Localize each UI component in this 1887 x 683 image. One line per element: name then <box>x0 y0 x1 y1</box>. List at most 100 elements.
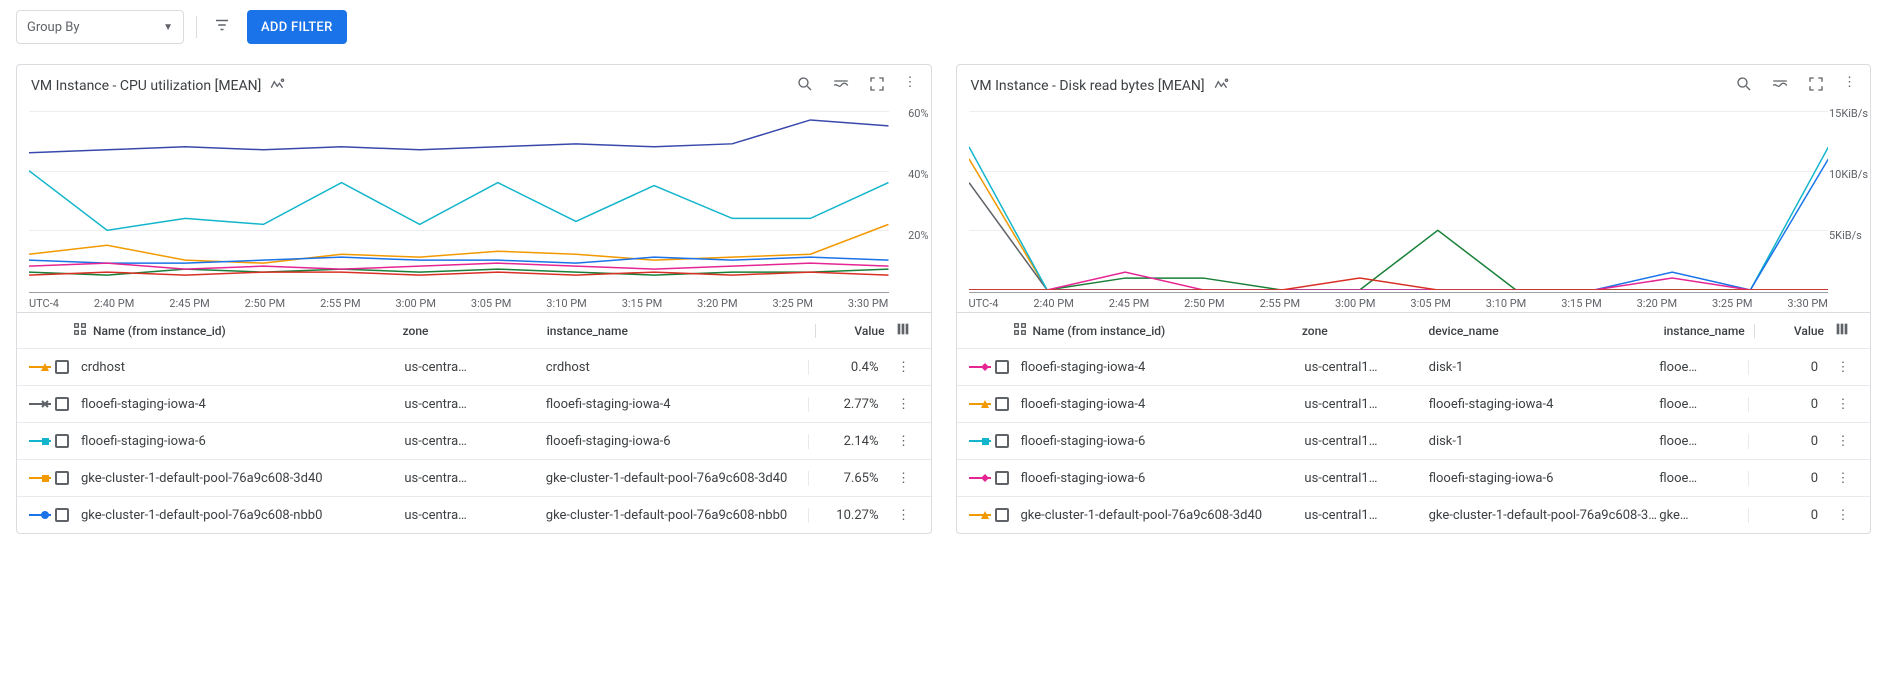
cell-zone: us-centra… <box>404 508 545 523</box>
x-axis: UTC-4 2:40 PM 2:45 PM 2:50 PM 2:55 PM 3:00 PM… <box>29 292 889 312</box>
col-value[interactable]: Value <box>815 324 895 338</box>
cell-zone: us-central1… <box>1304 434 1428 449</box>
row-checkbox[interactable] <box>995 359 1013 375</box>
x-tick: 3:15 PM <box>1561 293 1601 312</box>
legend-table-body: flooefi-staging-iowa-4 us-central1… disk… <box>957 348 1871 533</box>
x-tick: 2:55 PM <box>320 293 360 312</box>
col-name[interactable]: Name (from instance_id) <box>93 324 226 338</box>
annotate-icon[interactable] <box>1213 75 1231 97</box>
col-zone[interactable]: zone <box>1302 324 1429 338</box>
x-tick: 3:20 PM <box>1637 293 1677 312</box>
fullscreen-icon[interactable] <box>1807 75 1825 97</box>
cell-name: flooefi-staging-iowa-6 <box>1021 434 1305 449</box>
series-marker <box>969 472 995 484</box>
cell-secondary: gke-cluster-1-default-pool-76a9c608-3d40 <box>546 471 809 486</box>
row-checkbox[interactable] <box>995 433 1013 449</box>
row-more-icon[interactable]: ⋮ <box>1828 397 1858 412</box>
row-more-icon[interactable]: ⋮ <box>888 508 918 523</box>
table-row: gke-cluster-1-default-pool-76a9c608-nbb0… <box>17 496 931 533</box>
cell-zone: us-central1… <box>1304 508 1428 523</box>
columns-config-icon[interactable] <box>1834 321 1858 340</box>
x-tick: 3:15 PM <box>622 293 662 312</box>
table-row: flooefi-staging-iowa-4 us-centra… flooef… <box>17 385 931 422</box>
row-checkbox[interactable] <box>995 396 1013 412</box>
cell-zone: us-centra… <box>404 360 545 375</box>
cell-zone: us-centra… <box>404 434 545 449</box>
row-more-icon[interactable]: ⋮ <box>1828 471 1858 486</box>
panel-disk-read-bytes: VM Instance - Disk read bytes [MEAN] ⋮ <box>956 64 1872 534</box>
row-more-icon[interactable]: ⋮ <box>888 360 918 375</box>
legend-icon[interactable] <box>1771 75 1789 97</box>
table-row: gke-cluster-1-default-pool-76a9c608-3d40… <box>17 459 931 496</box>
row-checkbox[interactable] <box>995 507 1013 523</box>
col-instance-name[interactable]: instance_name <box>547 324 815 338</box>
chart-area[interactable]: 60% 40% 20% UTC-4 2:40 PM 2:45 PM 2:50 PM 2:… <box>17 107 931 312</box>
series-marker <box>969 361 995 373</box>
legend-table-header: Name (from instance_id) zone device_name… <box>957 312 1871 348</box>
cell-instance-name: flooe… <box>1659 434 1748 449</box>
series-marker <box>29 435 55 447</box>
table-row: flooefi-staging-iowa-6 us-central1… floo… <box>957 459 1871 496</box>
cell-value: 0 <box>1748 360 1828 375</box>
col-name[interactable]: Name (from instance_id) <box>1033 324 1166 338</box>
row-checkbox[interactable] <box>55 396 73 412</box>
y-axis-labels: 60% 40% 20% <box>908 107 928 290</box>
cell-value: 2.14% <box>808 434 888 449</box>
panel-header: VM Instance - CPU utilization [MEAN] ⋮ <box>17 65 931 107</box>
fullscreen-icon[interactable] <box>868 75 886 97</box>
more-menu-icon[interactable]: ⋮ <box>1843 75 1856 97</box>
add-filter-button[interactable]: ADD FILTER <box>247 10 347 44</box>
cell-value: 0 <box>1748 434 1828 449</box>
cell-value: 2.77% <box>808 397 888 412</box>
cell-value: 0 <box>1748 508 1828 523</box>
row-more-icon[interactable]: ⋮ <box>888 397 918 412</box>
x-tick: 3:25 PM <box>1712 293 1752 312</box>
row-checkbox[interactable] <box>55 507 73 523</box>
col-device-name[interactable]: device_name <box>1428 324 1663 338</box>
chevron-down-icon: ▼ <box>163 22 173 33</box>
chart-area[interactable]: 15KiB/s 10KiB/s 5KiB/s UTC-42:40 PM2:45 … <box>957 107 1871 312</box>
col-value[interactable]: Value <box>1754 324 1834 338</box>
cell-zone: us-central1… <box>1304 397 1428 412</box>
x-tick: 2:40 PM <box>94 293 134 312</box>
group-by-select[interactable]: Group By ▼ <box>16 10 184 44</box>
divider <box>196 16 197 38</box>
zoom-reset-icon[interactable] <box>1735 75 1753 97</box>
row-checkbox[interactable] <box>55 470 73 486</box>
cell-secondary: flooefi-staging-iowa-6 <box>1429 471 1660 486</box>
row-checkbox[interactable] <box>55 433 73 449</box>
row-checkbox[interactable] <box>995 470 1013 486</box>
row-more-icon[interactable]: ⋮ <box>1828 508 1858 523</box>
annotate-icon[interactable] <box>269 75 287 97</box>
cell-name: flooefi-staging-iowa-6 <box>81 434 404 449</box>
x-tick: UTC-4 <box>969 293 999 312</box>
row-more-icon[interactable]: ⋮ <box>888 434 918 449</box>
table-row: flooefi-staging-iowa-4 us-central1… floo… <box>957 385 1871 422</box>
x-tick: 2:50 PM <box>245 293 285 312</box>
x-tick: 2:45 PM <box>169 293 209 312</box>
col-zone[interactable]: zone <box>403 324 547 338</box>
series-marker <box>29 361 55 373</box>
zoom-reset-icon[interactable] <box>796 75 814 97</box>
more-menu-icon[interactable]: ⋮ <box>904 75 917 97</box>
row-checkbox[interactable] <box>55 359 73 375</box>
series-marker <box>969 509 995 521</box>
cell-name: flooefi-staging-iowa-6 <box>1021 471 1305 486</box>
legend-table-header: Name (from instance_id) zone instance_na… <box>17 312 931 348</box>
cell-value: 0 <box>1748 471 1828 486</box>
columns-config-icon[interactable] <box>895 321 919 340</box>
row-more-icon[interactable]: ⋮ <box>1828 360 1858 375</box>
row-more-icon[interactable]: ⋮ <box>1828 434 1858 449</box>
cell-zone: us-central1… <box>1304 471 1428 486</box>
dashboard-toolbar: Group By ▼ ADD FILTER <box>16 10 1871 44</box>
row-more-icon[interactable]: ⋮ <box>888 471 918 486</box>
filter-icon[interactable] <box>209 12 235 42</box>
x-tick: 3:00 PM <box>395 293 435 312</box>
dashboard-grid: VM Instance - CPU utilization [MEAN] ⋮ <box>16 64 1871 534</box>
cell-name: flooefi-staging-iowa-4 <box>1021 397 1305 412</box>
legend-icon[interactable] <box>832 75 850 97</box>
x-tick: UTC-4 <box>29 293 59 312</box>
x-tick: 3:10 PM <box>1486 293 1526 312</box>
col-instance-name[interactable]: instance_name <box>1664 324 1754 338</box>
x-tick: 3:25 PM <box>773 293 813 312</box>
